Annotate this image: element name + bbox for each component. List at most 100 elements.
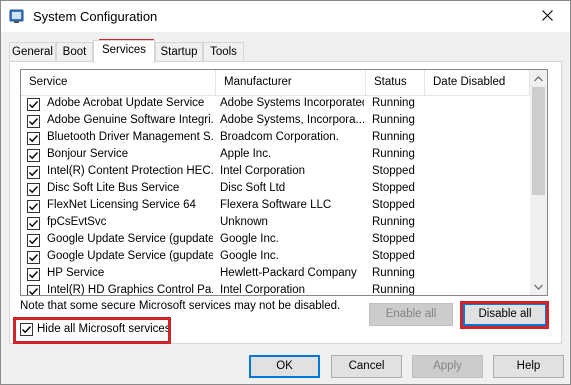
button-label: OK [276,360,293,372]
button-label: Help [516,360,541,372]
title-bar[interactable]: System Configuration [1,1,570,32]
ok-button[interactable]: OK [249,355,320,378]
apply-button[interactable]: Apply [412,355,483,378]
msconfig-icon [9,8,25,24]
service-name: Google Update Service (gupdatem) [47,250,213,262]
chevron-down-icon [534,281,543,293]
column-header-manufacturer[interactable]: Manufacturer [216,70,366,96]
service-checkbox[interactable] [27,268,40,281]
service-row[interactable]: Adobe Acrobat Update Service Adobe System… [21,96,530,113]
service-manufacturer: Google Inc. [220,250,279,262]
secure-services-note: Note that some secure Microsoft services… [20,300,341,312]
service-row[interactable]: HP Service Hewlett-Packard Company Running [21,266,530,283]
window-title: System Configuration [33,9,158,24]
service-name: FlexNet Licensing Service 64 [47,199,196,211]
vertical-scrollbar[interactable] [530,70,547,295]
service-checkbox[interactable] [27,132,40,145]
service-checkbox[interactable] [27,98,40,111]
service-status: Running [372,148,415,160]
highlight-hide-microsoft [13,317,171,344]
service-status: Running [372,97,415,109]
service-row[interactable]: Disc Soft Lite Bus Service Disc Soft Ltd S… [21,181,530,198]
scrollbar-thumb[interactable] [532,87,545,195]
service-checkbox[interactable] [27,183,40,196]
tab-label: Startup [160,46,198,58]
service-row[interactable]: Intel(R) Content Protection HEC... Intel … [21,164,530,181]
service-row[interactable]: Google Update Service (gupdatem) Google I… [21,249,530,266]
list-header: Service Manufacturer Status Date Disable… [21,70,530,96]
column-header-service[interactable]: Service [21,70,216,96]
service-status: Running [372,131,415,143]
tab-boot[interactable]: Boot [56,42,93,62]
service-name: Intel(R) Content Protection HEC... [47,165,213,177]
service-row[interactable]: Bonjour Service Apple Inc. Running [21,147,530,164]
cancel-button[interactable]: Cancel [331,355,402,378]
service-checkbox[interactable] [27,149,40,162]
tab-label: Boot [62,46,87,58]
service-name: Bluetooth Driver Management S... [47,131,213,143]
column-label: Status [374,76,407,88]
tab-services[interactable]: Services [93,40,155,63]
column-header-status[interactable]: Status [366,70,425,96]
tab-label: Tools [210,46,237,58]
service-manufacturer: Unknown [220,216,268,228]
scroll-down-button[interactable] [530,278,547,295]
service-row[interactable]: Intel(R) HD Graphics Control Pa... Intel … [21,283,530,296]
service-checkbox[interactable] [27,217,40,230]
service-manufacturer: Adobe Systems, Incorpora... [220,114,364,126]
service-status: Stopped [372,233,415,245]
enable-all-button[interactable]: Enable all [369,303,453,326]
service-row[interactable]: Google Update Service (gupdate) Google In… [21,232,530,249]
service-checkbox[interactable] [27,166,40,179]
service-row[interactable]: fpCsEvtSvc Unknown Running [21,215,530,232]
column-label: Manufacturer [224,76,292,88]
service-manufacturer: Google Inc. [220,233,279,245]
tab-startup[interactable]: Startup [155,42,203,62]
column-header-date-disabled[interactable]: Date Disabled [425,70,530,96]
button-label: Apply [433,360,462,372]
service-manufacturer: Adobe Systems Incorporated [220,97,364,109]
tab-label: Services [101,44,147,56]
service-status: Stopped [372,182,415,194]
service-manufacturer: Intel Corporation [220,165,306,177]
service-row[interactable]: Bluetooth Driver Management S... Broadcom… [21,130,530,147]
service-name: Intel(R) HD Graphics Control Pa... [47,284,213,296]
column-label: Service [29,76,68,88]
chevron-up-icon [534,73,543,85]
service-status: Running [372,267,415,279]
system-configuration-window: System Configuration General Boot Servic… [0,0,571,385]
service-name: Google Update Service (gupdate) [47,233,213,245]
help-button[interactable]: Help [493,355,564,378]
service-checkbox[interactable] [27,234,40,247]
services-list[interactable]: Service Manufacturer Status Date Disable… [20,69,548,296]
service-name: Adobe Genuine Software Integri... [47,114,213,126]
button-label: Enable all [385,308,437,320]
service-manufacturer: Disc Soft Ltd [220,182,286,194]
service-checkbox[interactable] [27,251,40,264]
service-status: Stopped [372,250,415,262]
service-manufacturer: Broadcom Corporation. [220,131,339,143]
service-name: fpCsEvtSvc [47,216,107,228]
service-row[interactable]: Adobe Genuine Software Integri... Adobe S… [21,113,530,130]
service-checkbox[interactable] [27,115,40,128]
service-status: Stopped [372,165,415,177]
close-button[interactable] [524,1,570,32]
service-name: HP Service [47,267,105,279]
service-checkbox[interactable] [27,285,40,295]
service-manufacturer: Intel Corporation [220,284,306,296]
tab-label: General [12,46,53,58]
service-name: Adobe Acrobat Update Service [47,97,205,109]
button-label: Cancel [348,360,385,372]
highlight-disable-all [460,301,549,329]
service-status: Running [372,216,415,228]
service-manufacturer: Apple Inc. [220,148,272,160]
service-status: Running [372,114,415,126]
service-name: Bonjour Service [47,148,129,160]
service-status: Stopped [372,199,415,211]
tab-tools[interactable]: Tools [203,42,244,62]
service-row[interactable]: FlexNet Licensing Service 64 Flexera Soft… [21,198,530,215]
list-rows: Adobe Acrobat Update Service Adobe System… [21,96,530,296]
tab-general[interactable]: General [9,42,56,62]
service-checkbox[interactable] [27,200,40,213]
scroll-up-button[interactable] [530,70,547,87]
